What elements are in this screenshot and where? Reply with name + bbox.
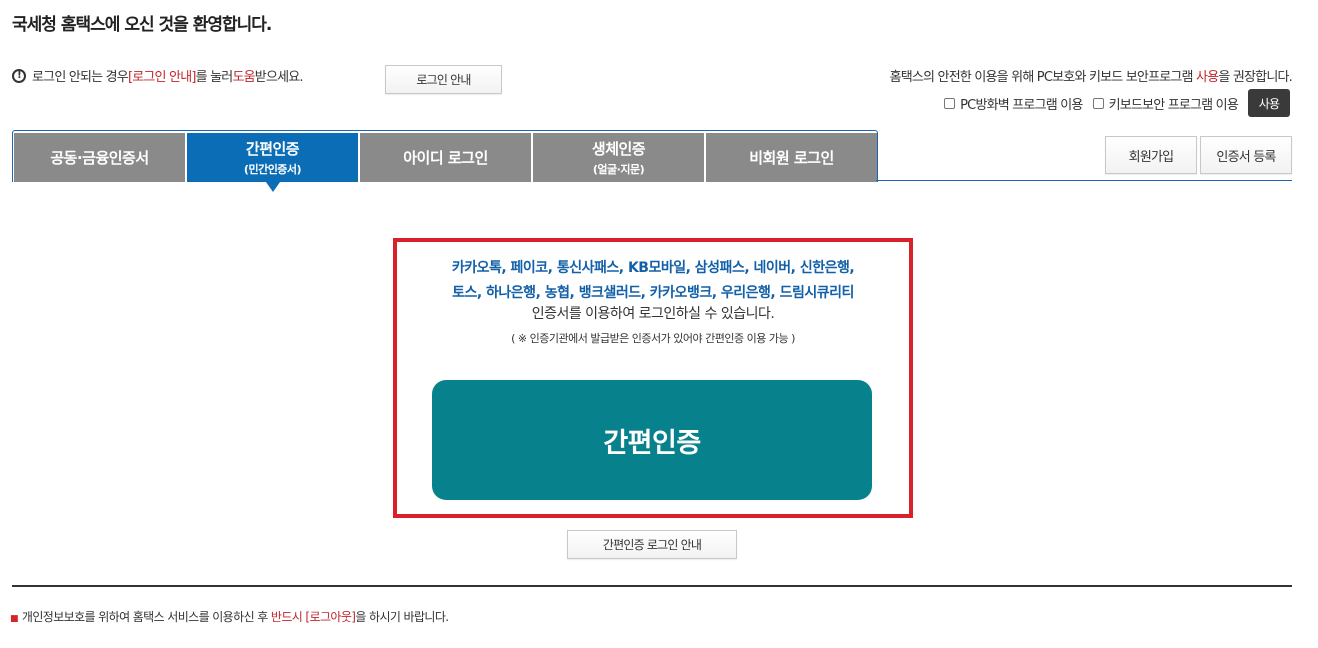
security-text-2: 을 권장합니다. <box>1218 70 1292 85</box>
login-help-notice: ! 로그인 안되는 경우 [로그인 안내] 를 눌러 도움 받으세요. <box>12 66 304 85</box>
notice-text-3: 받으세요. <box>254 70 304 85</box>
firewall-label: PC방화벽 프로그램 이용 <box>960 97 1083 113</box>
tab-sublabel: (민간인증서) <box>243 163 302 176</box>
bullet-icon: ■ <box>10 614 18 624</box>
provider-list-line-1: 카카오톡, 페이코, 통신사패스, KB모바일, 삼성패스, 네이버, 신한은행… <box>451 260 855 276</box>
tab-label: 비회원 로그인 <box>749 149 834 167</box>
security-highlight: 사용 <box>1196 70 1219 85</box>
firewall-checkbox[interactable] <box>944 97 956 109</box>
tab-joint-financial-cert[interactable]: 공동·금융인증서 <box>14 133 185 182</box>
login-tabs: 공동·금융인증서 간편인증 (민간인증서) 아이디 로그인 생체인증 (얼굴·지… <box>12 130 878 182</box>
join-button[interactable]: 회원가입 <box>1105 136 1197 174</box>
cert-register-button[interactable]: 인증서 등록 <box>1200 136 1292 174</box>
keyboard-security-label: 키보드보안 프로그램 이용 <box>1108 97 1239 113</box>
simple-auth-button[interactable]: 간편인증 <box>432 380 872 500</box>
simple-auth-guide-button[interactable]: 간편인증 로그인 안내 <box>567 530 737 559</box>
tab-sublabel: (얼굴·지문) <box>592 163 645 176</box>
page-title: 국세청 홈택스에 오신 것을 환영합니다. <box>12 15 272 35</box>
notice-text-2: 를 눌러 <box>195 70 234 85</box>
tab-label: 공동·금융인증서 <box>50 149 149 167</box>
simple-auth-note: ( ※ 인증기관에서 발급받은 인증서가 있어야 간편인증 이용 가능 ) <box>511 332 795 345</box>
notice-highlight-login-guide: [로그인 안내] <box>127 70 196 85</box>
tab-label: 생체인증 <box>591 140 646 158</box>
footer-notice: ■ 개인정보보호를 위하여 홈택스 서비스를 이용하신 후 반드시 [로그아웃]을… <box>10 608 449 625</box>
footer-text-1: 개인정보보호를 위하여 홈택스 서비스를 이용하신 후 <box>21 610 271 624</box>
active-tab-pointer <box>266 182 280 192</box>
tab-guest-login[interactable]: 비회원 로그인 <box>706 133 877 182</box>
exclamation-circle-icon: ! <box>12 68 26 83</box>
notice-highlight-help: 도움 <box>232 70 255 85</box>
footer-highlight: 반드시 [로그아웃] <box>270 610 356 624</box>
tab-simple-auth[interactable]: 간편인증 (민간인증서) <box>187 133 358 182</box>
tab-label: 아이디 로그인 <box>403 149 488 167</box>
keyboard-security-option[interactable]: 키보드보안 프로그램 이용 <box>1092 94 1239 113</box>
notice-text-1: 로그인 안되는 경우 <box>32 70 129 85</box>
simple-auth-description: 인증서를 이용하여 로그인하실 수 있습니다. <box>531 306 775 322</box>
security-recommendation: 홈택스의 안전한 이용을 위해 PC보호와 키보드 보안프로그램 사용을 권장합… <box>889 66 1293 85</box>
login-guide-button[interactable]: 로그인 안내 <box>385 65 502 94</box>
footer-divider <box>12 585 1292 587</box>
footer-text-2: 을 하시기 바랍니다. <box>355 610 449 624</box>
tab-divider-line <box>876 180 1292 181</box>
provider-list: 카카오톡, 페이코, 통신사패스, KB모바일, 삼성패스, 네이버, 신한은행… <box>395 256 911 306</box>
tab-biometric-auth[interactable]: 생체인증 (얼굴·지문) <box>533 133 704 182</box>
keyboard-security-checkbox[interactable] <box>1092 97 1104 109</box>
use-button[interactable]: 사용 <box>1248 89 1290 117</box>
security-options: PC방화벽 프로그램 이용 키보드보안 프로그램 이용 사용 <box>944 89 1290 117</box>
firewall-option[interactable]: PC방화벽 프로그램 이용 <box>944 94 1083 113</box>
security-text-1: 홈택스의 안전한 이용을 위해 PC보호와 키보드 보안프로그램 <box>889 70 1197 85</box>
tab-label: 간편인증 <box>245 140 300 158</box>
tab-id-login[interactable]: 아이디 로그인 <box>360 133 531 182</box>
